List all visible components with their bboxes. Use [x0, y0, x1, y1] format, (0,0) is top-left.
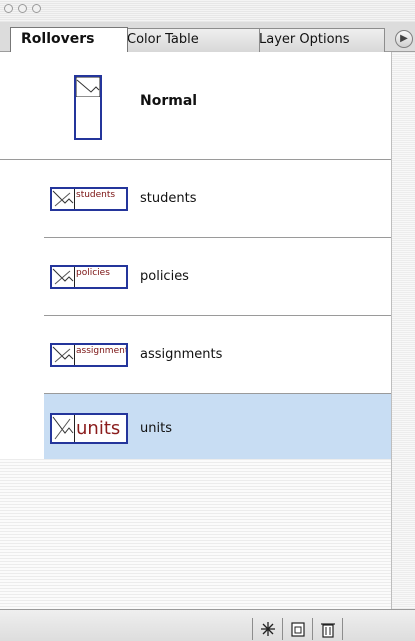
- vertical-scrollbar[interactable]: [391, 52, 415, 609]
- tab-bar: Rollovers Color Table Layer Options ▶: [0, 22, 415, 52]
- zoom-button[interactable]: [32, 4, 41, 13]
- image-placeholder-icon: [52, 190, 74, 207]
- image-placeholder-icon: [52, 416, 74, 440]
- rollover-row-units[interactable]: units units: [44, 394, 391, 462]
- rollover-list: Normal students students policies polici…: [0, 52, 391, 609]
- list-gutter: [0, 160, 44, 459]
- new-document-icon: [290, 622, 305, 637]
- trash-button[interactable]: [312, 618, 342, 640]
- rollover-label: assignments: [140, 347, 223, 362]
- image-placeholder: [52, 345, 75, 365]
- resize-grip[interactable]: [342, 618, 350, 640]
- rollover-thumbnail: assignments: [50, 343, 128, 367]
- tab-color-table[interactable]: Color Table: [116, 28, 260, 52]
- normal-state-thumbnail: [74, 75, 102, 140]
- rollovers-palette: Rollovers Color Table Layer Options ▶ No…: [0, 0, 415, 641]
- image-placeholder: [52, 267, 75, 287]
- thumbnail-text: policies: [76, 268, 110, 278]
- triangle-right-icon: ▶: [400, 33, 408, 44]
- rollover-row-assignments[interactable]: assignments assignments: [44, 316, 391, 394]
- image-placeholder-icon: [76, 77, 100, 97]
- thumbnail-text: units: [76, 418, 121, 439]
- tab-rollovers[interactable]: Rollovers: [10, 27, 128, 52]
- normal-state-row[interactable]: Normal: [0, 52, 391, 160]
- rollover-label: policies: [140, 269, 189, 284]
- new-document-button[interactable]: [282, 618, 312, 640]
- rollover-thumbnail: units: [50, 413, 128, 444]
- thumbnail-text: assignments: [76, 346, 128, 356]
- tab-layer-options[interactable]: Layer Options: [248, 28, 385, 52]
- rollover-label: students: [140, 191, 197, 206]
- rollover-label: units: [140, 420, 172, 436]
- list-empty-area: [0, 459, 391, 609]
- thumbnail-text: students: [76, 190, 116, 200]
- rollover-row-policies[interactable]: policies policies: [44, 238, 391, 316]
- palette-menu-button[interactable]: ▶: [395, 30, 413, 48]
- trash-icon: [320, 623, 335, 638]
- minimize-button[interactable]: [18, 4, 27, 13]
- bottom-toolbar: [0, 609, 415, 641]
- image-placeholder: [52, 415, 75, 442]
- new-rollover-icon: [260, 622, 275, 636]
- rollover-row-students[interactable]: students students: [44, 160, 391, 238]
- rollover-thumbnail: students: [50, 187, 128, 211]
- close-button[interactable]: [4, 4, 13, 13]
- palette-titlebar[interactable]: [0, 0, 415, 23]
- rollover-thumbnail: policies: [50, 265, 128, 289]
- image-placeholder-icon: [52, 268, 74, 285]
- image-placeholder-icon: [52, 346, 74, 363]
- normal-state-label: Normal: [140, 93, 198, 109]
- new-rollover-button[interactable]: [252, 618, 282, 640]
- image-placeholder: [52, 189, 75, 209]
